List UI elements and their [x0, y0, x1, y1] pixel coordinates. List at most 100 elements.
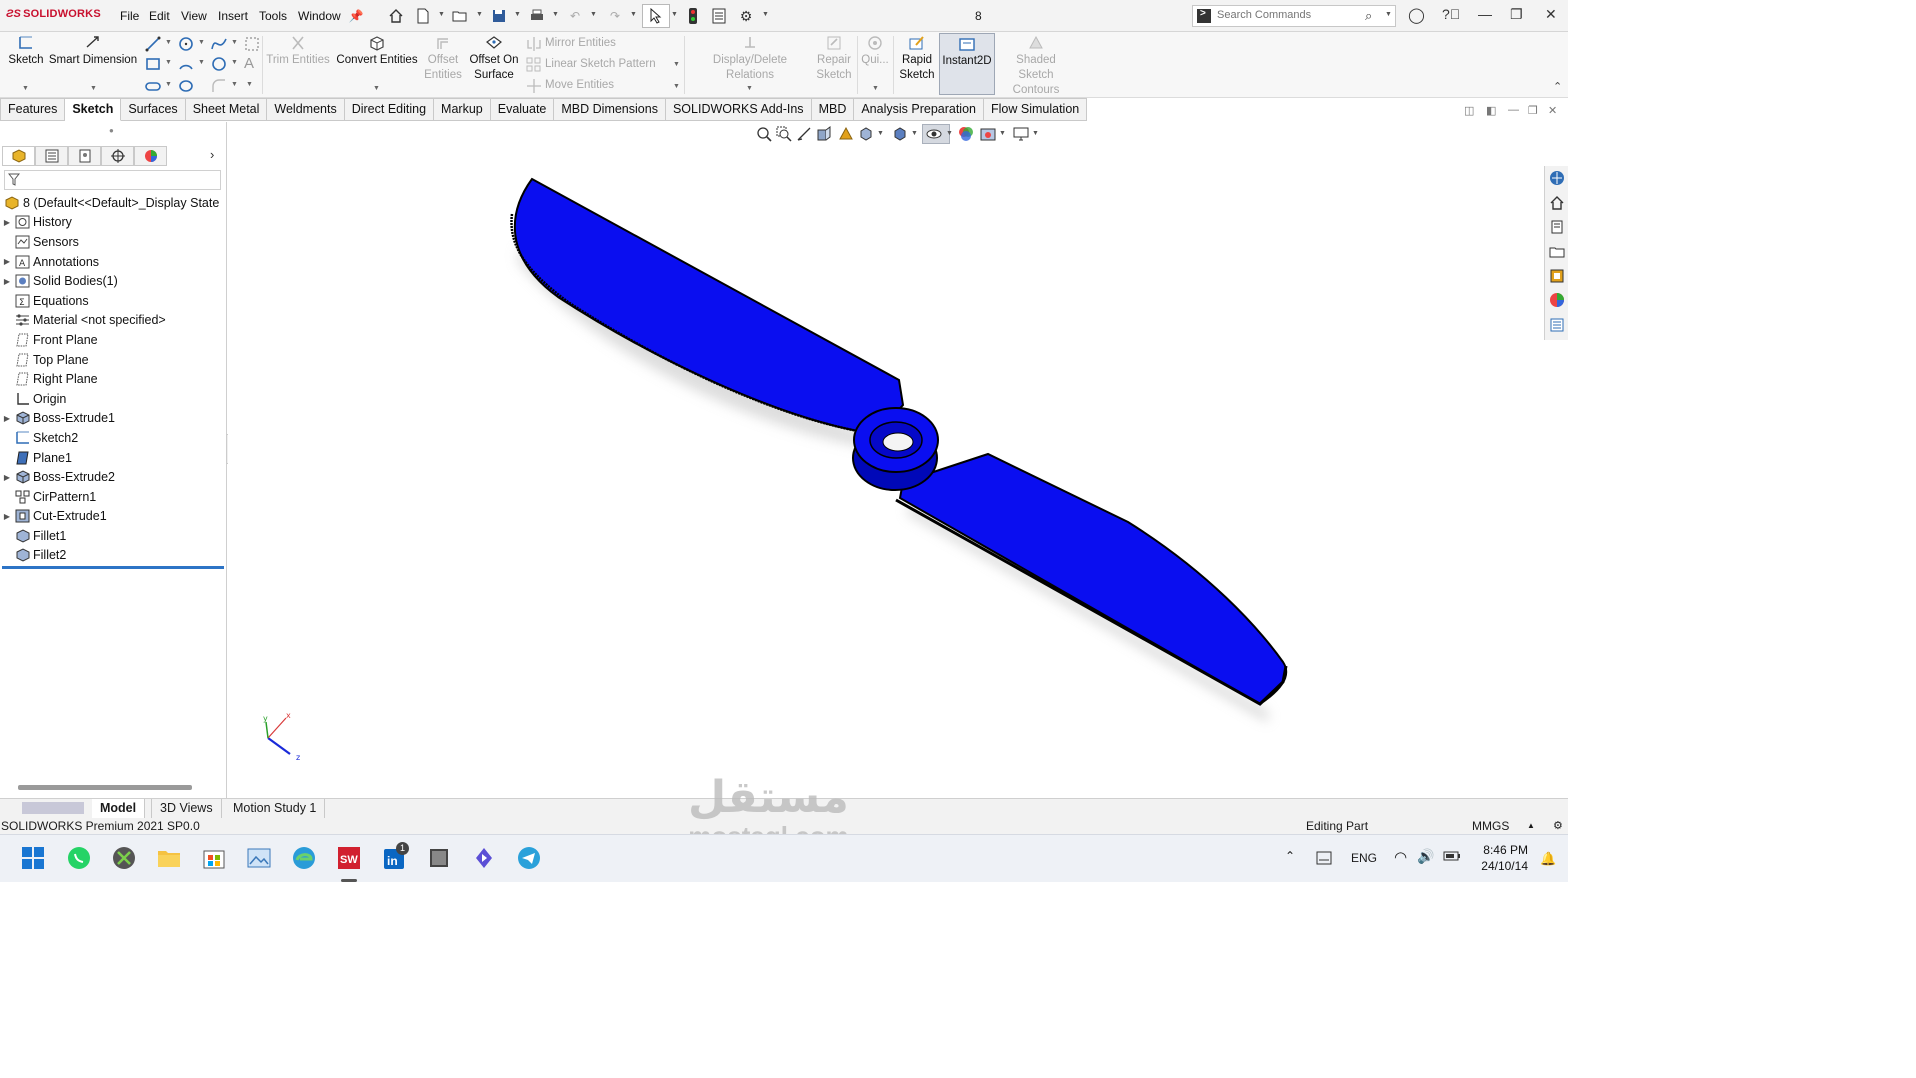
- minimize-icon[interactable]: —: [1478, 6, 1492, 22]
- expand-arrow-icon[interactable]: ▶: [0, 257, 14, 266]
- status-help-icon[interactable]: ⚙: [1553, 819, 1563, 832]
- line-dropdown-icon[interactable]: ▼: [165, 39, 172, 46]
- panel-grip-icon[interactable]: ●: [109, 126, 114, 135]
- select-dropdown-icon[interactable]: ▼: [671, 11, 678, 18]
- print-dropdown-icon[interactable]: ▼: [552, 11, 559, 18]
- show-hidden-icons[interactable]: ⌃: [1285, 849, 1295, 863]
- solidworks-resources-icon[interactable]: [1549, 170, 1565, 186]
- rectangle-dropdown-icon[interactable]: ▼: [165, 59, 172, 66]
- construction-geometry-icon[interactable]: [244, 36, 260, 52]
- units-dropdown-icon[interactable]: ▲: [1527, 821, 1535, 830]
- microsoft-store-icon[interactable]: [201, 845, 227, 871]
- tab-motion-study-1[interactable]: Motion Study 1: [225, 799, 326, 818]
- tree-item-boss-extrude1[interactable]: ▶ Boss-Extrude1: [0, 409, 227, 429]
- arc-dropdown-icon[interactable]: ▼: [198, 59, 205, 66]
- search-icon[interactable]: ⌕: [1365, 8, 1372, 24]
- slot-icon[interactable]: [145, 78, 161, 94]
- edge-browser-icon[interactable]: [291, 845, 317, 871]
- expand-arrow-icon[interactable]: ▶: [0, 414, 14, 423]
- tree-item-sensors[interactable]: Sensors: [0, 232, 227, 252]
- battery-icon[interactable]: [1443, 850, 1461, 862]
- spline-dropdown-icon[interactable]: ▼: [231, 39, 238, 46]
- search-dropdown-icon[interactable]: ▼: [1385, 11, 1392, 18]
- windows-start-icon[interactable]: [20, 845, 46, 871]
- offset-on-surface-button[interactable]: Offset On Surface: [466, 35, 522, 83]
- viewport-close-icon[interactable]: ✕: [1548, 104, 1557, 117]
- tree-item-boss-extrude2[interactable]: ▶ Boss-Extrude2: [0, 467, 227, 487]
- propeller-model[interactable]: [228, 122, 1568, 798]
- ellipse-icon[interactable]: [178, 78, 194, 94]
- trim-entities-button[interactable]: Trim Entities: [266, 35, 330, 68]
- home-icon[interactable]: [387, 7, 405, 25]
- repair-sketch-button[interactable]: Repair Sketch: [813, 35, 855, 83]
- wifi-icon[interactable]: ◠: [1394, 848, 1407, 866]
- media-player-icon[interactable]: [471, 845, 497, 871]
- tab-direct-editing[interactable]: Direct Editing: [344, 98, 435, 121]
- tab-flow-simulation[interactable]: Flow Simulation: [984, 98, 1088, 121]
- redo-dropdown-icon[interactable]: ▼: [630, 11, 637, 18]
- menu-window[interactable]: Window: [298, 9, 341, 23]
- linear-sketch-pattern-button[interactable]: Linear Sketch Pattern: [545, 58, 656, 70]
- rollback-bar[interactable]: [2, 566, 224, 569]
- whatsapp-icon[interactable]: [66, 845, 92, 871]
- display-delete-relations-button[interactable]: Display/Delete Relations: [688, 35, 812, 83]
- expand-arrow-icon[interactable]: ▶: [0, 277, 14, 286]
- tab-solidworks-add-ins[interactable]: SOLIDWORKS Add-Ins: [665, 98, 812, 121]
- pin-icon[interactable]: 📌: [347, 7, 365, 25]
- help-icon[interactable]: ?⃝: [1442, 6, 1460, 22]
- tab-model[interactable]: Model: [92, 799, 146, 818]
- menu-view[interactable]: View: [181, 9, 207, 23]
- tree-item-material-not-specified[interactable]: Material <not specified>: [0, 311, 227, 331]
- account-icon[interactable]: ◯: [1408, 6, 1425, 24]
- viewport-restore-icon[interactable]: ◫: [1464, 104, 1474, 117]
- quick-snaps-dropdown-icon[interactable]: ▼: [872, 85, 879, 92]
- point-dropdown-icon[interactable]: ▼: [246, 81, 253, 88]
- menu-edit[interactable]: Edit: [149, 9, 170, 23]
- notifications-icon[interactable]: 🔔: [1540, 851, 1556, 867]
- solidworks-logo[interactable]: ƧS SOLIDWORKS: [6, 8, 101, 20]
- expand-arrow-icon[interactable]: ▶: [0, 473, 14, 482]
- solidworks-forum-icon[interactable]: [1549, 317, 1565, 333]
- search-input[interactable]: [1217, 9, 1357, 21]
- save-icon[interactable]: [490, 7, 508, 25]
- viewport-tile-icon[interactable]: ◧: [1486, 104, 1496, 117]
- options-gear-icon[interactable]: ⚙: [737, 7, 755, 25]
- tab-evaluate[interactable]: Evaluate: [490, 98, 555, 121]
- move-entities-button[interactable]: Move Entities: [545, 79, 614, 91]
- tree-item-equations[interactable]: Σ Equations: [0, 291, 227, 311]
- tree-item-fillet1[interactable]: Fillet1: [0, 526, 227, 546]
- tree-item-history[interactable]: ▶ History: [0, 213, 227, 233]
- linear-pattern-dropdown-icon[interactable]: ▼: [673, 61, 680, 68]
- clock[interactable]: 8:46 PM 24/10/14: [1476, 842, 1528, 874]
- options-dropdown-icon[interactable]: ▼: [762, 11, 769, 18]
- arc-icon[interactable]: [178, 56, 194, 72]
- app-window-icon[interactable]: [426, 845, 452, 871]
- graphics-area[interactable]: ▼ ▼ ▼ ▼ ▼ ◫ ◧ — ❐ ✕ x y z: [228, 104, 1568, 798]
- open-dropdown-icon[interactable]: ▼: [476, 11, 483, 18]
- property-manager-tab[interactable]: [35, 146, 68, 166]
- design-library-icon[interactable]: [1549, 195, 1565, 211]
- menu-file[interactable]: File: [120, 9, 139, 23]
- xbox-icon[interactable]: [111, 845, 137, 871]
- status-units[interactable]: MMGS: [1472, 819, 1509, 833]
- configuration-manager-tab[interactable]: [68, 146, 101, 166]
- tab-3d-views[interactable]: 3D Views: [151, 799, 222, 818]
- tree-item-right-plane[interactable]: Right Plane: [0, 369, 227, 389]
- smart-dimension-dropdown-icon[interactable]: ▼: [90, 85, 97, 92]
- tab-analysis-preparation[interactable]: Analysis Preparation: [854, 98, 984, 121]
- fillet-sketch-dropdown-icon[interactable]: ▼: [231, 81, 238, 88]
- tab-surfaces[interactable]: Surfaces: [121, 98, 186, 121]
- shaded-sketch-contours-button[interactable]: Shaded Sketch Contours: [998, 35, 1074, 98]
- convert-entities-button[interactable]: Convert Entities: [334, 35, 420, 68]
- tab-scroll-arrows[interactable]: [22, 802, 84, 814]
- new-dropdown-icon[interactable]: ▼: [438, 11, 445, 18]
- text-icon[interactable]: A: [244, 55, 260, 72]
- tab-weldments[interactable]: Weldments: [267, 98, 345, 121]
- tree-item-plane1[interactable]: Plane1: [0, 448, 227, 468]
- smart-dimension-button[interactable]: Smart Dimension: [48, 35, 138, 68]
- move-entities-dropdown-icon[interactable]: ▼: [673, 83, 680, 90]
- polygon-icon[interactable]: [211, 56, 227, 72]
- horizontal-scrollbar[interactable]: [18, 785, 192, 790]
- move-entities-icon[interactable]: [526, 78, 542, 94]
- convert-entities-dropdown-icon[interactable]: ▼: [373, 85, 380, 92]
